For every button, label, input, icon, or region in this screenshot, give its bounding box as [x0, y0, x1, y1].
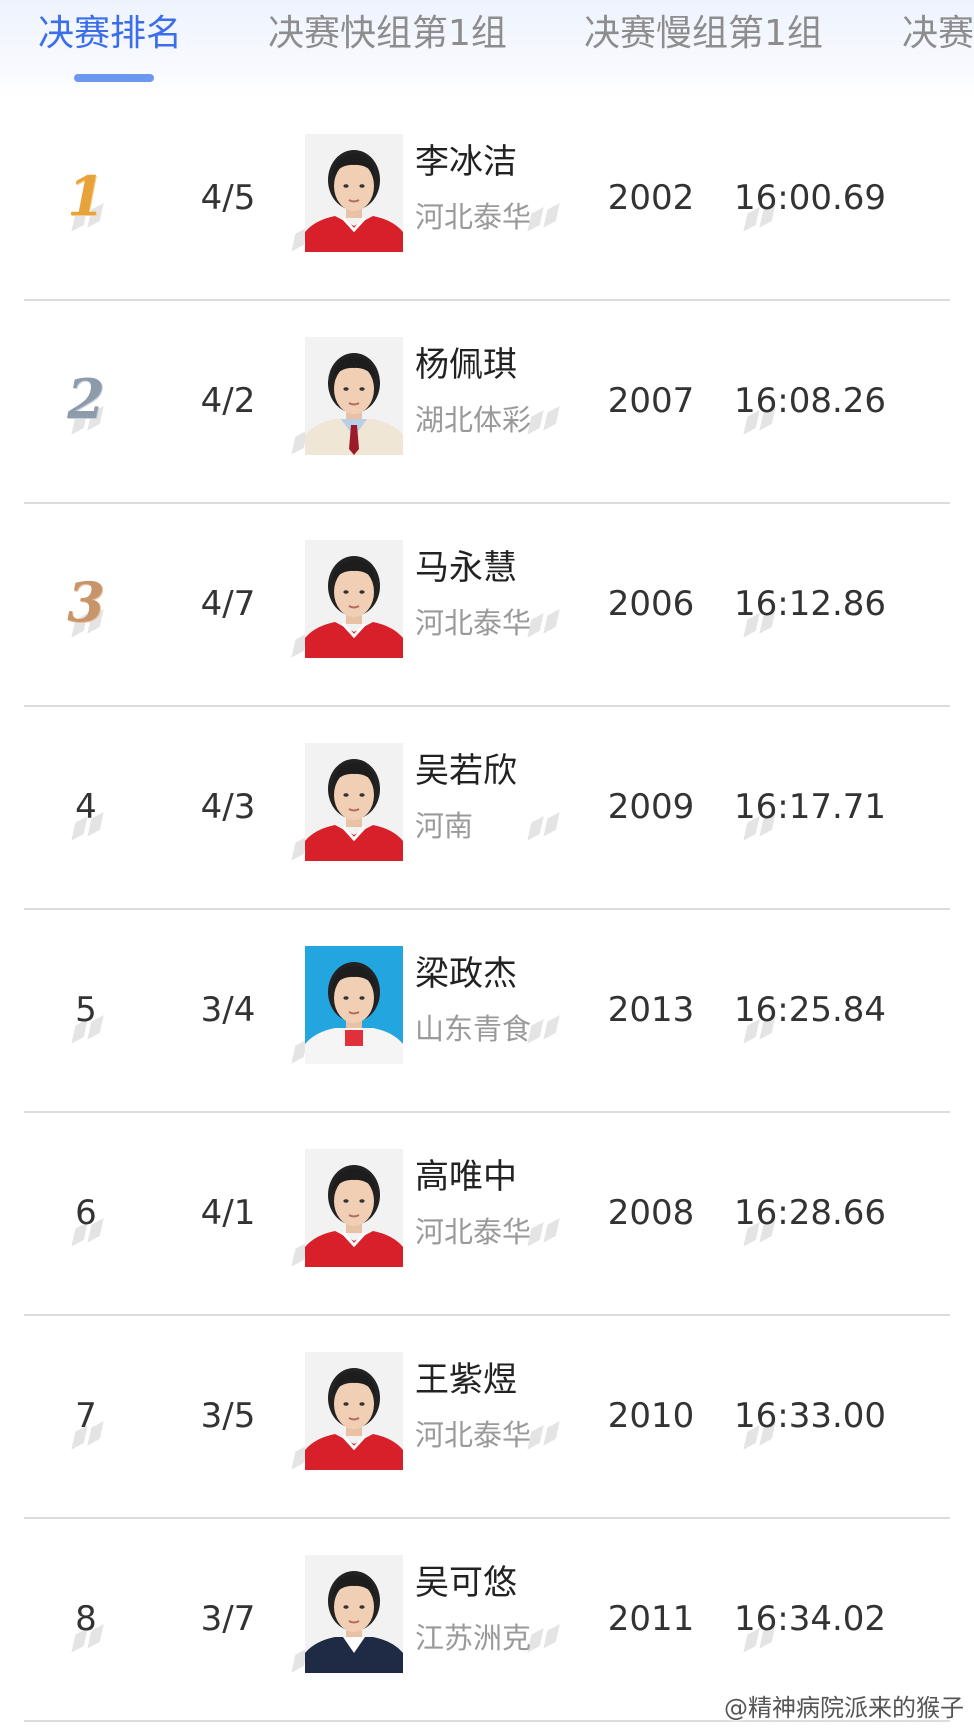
finish-time: 16:25.84	[733, 990, 887, 1030]
birth-year: 2002	[607, 178, 695, 218]
heat-lane: 3/4	[200, 990, 256, 1030]
heat-lane: 3/7	[200, 1599, 256, 1639]
athlete-photo[interactable]	[305, 1352, 403, 1470]
athlete-photo[interactable]	[305, 1555, 403, 1673]
heat-lane: 4/3	[200, 787, 256, 827]
rank-number: 8	[75, 1599, 97, 1639]
athlete-photo[interactable]	[305, 743, 403, 861]
athlete-name[interactable]: 吴可悠	[415, 1559, 517, 1607]
finish-time: 16:34.02	[733, 1599, 887, 1639]
active-tab-indicator	[74, 74, 154, 82]
finish-time: 16:33.00	[733, 1396, 887, 1436]
heat-lane: 4/5	[200, 178, 256, 218]
rank-medal-icon: 2	[67, 367, 105, 431]
finish-time: 16:08.26	[733, 381, 887, 421]
ranking-row[interactable]: 5 3/4 梁政杰山东青食 2013 16:25.84	[0, 910, 974, 1113]
birth-year: 2010	[607, 1396, 695, 1436]
heat-lane: 4/7	[200, 584, 256, 624]
ranking-row[interactable]: 2 4/2 杨佩琪湖北体彩 2007 16:08.26	[0, 301, 974, 504]
heat-lane: 4/2	[200, 381, 256, 421]
athlete-team: 河北泰华	[415, 606, 532, 640]
rank-number: 4	[75, 787, 97, 827]
athlete-name[interactable]: 王紫煜	[415, 1356, 517, 1404]
tab-final-more[interactable]: 决赛	[902, 10, 974, 58]
rank-number: 5	[75, 990, 97, 1030]
heat-lane: 3/5	[200, 1396, 256, 1436]
ranking-row[interactable]: 1 4/5 李冰洁河北泰华 2002 16:00.69	[0, 98, 974, 301]
finish-time: 16:28.66	[733, 1193, 887, 1233]
athlete-name[interactable]: 杨佩琪	[415, 341, 517, 389]
athlete-name[interactable]: 高唯中	[415, 1153, 517, 1201]
ranking-row[interactable]: 7 3/5 王紫煜河北泰华 2010 16:33.00	[0, 1316, 974, 1519]
athlete-team: 山东青食	[415, 1012, 532, 1046]
finish-time: 16:00.69	[733, 178, 887, 218]
athlete-photo[interactable]	[305, 946, 403, 1064]
rank-number: 7	[75, 1396, 97, 1436]
athlete-name[interactable]: 梁政杰	[415, 950, 517, 998]
athlete-photo[interactable]	[305, 134, 403, 252]
finish-time: 16:12.86	[733, 584, 887, 624]
birth-year: 2008	[607, 1193, 695, 1233]
athlete-photo[interactable]	[305, 540, 403, 658]
ranking-row[interactable]: 4 4/3 吴若欣河南 2009 16:17.71	[0, 707, 974, 910]
tab-final-ranking[interactable]: 决赛排名	[38, 10, 182, 58]
birth-year: 2013	[607, 990, 695, 1030]
tab-bar: 决赛排名 决赛快组第1组 决赛慢组第1组 决赛	[0, 0, 974, 98]
birth-year: 2009	[607, 787, 695, 827]
source-credit: @精神病院派来的猴子	[724, 1694, 964, 1722]
heat-lane: 4/1	[200, 1193, 256, 1233]
athlete-name[interactable]: 李冰洁	[415, 138, 517, 186]
ranking-row[interactable]: 6 4/1 高唯中河北泰华 2008 16:28.66	[0, 1113, 974, 1316]
rank-medal-icon: 1	[67, 164, 105, 228]
athlete-team: 湖北体彩	[415, 403, 532, 437]
birth-year: 2006	[607, 584, 695, 624]
ranking-row[interactable]: 3 4/7 马永慧河北泰华 2006 16:12.86	[0, 504, 974, 707]
athlete-photo[interactable]	[305, 337, 403, 455]
rank-medal-icon: 3	[67, 570, 105, 634]
birth-year: 2007	[607, 381, 695, 421]
athlete-name[interactable]: 吴若欣	[415, 747, 517, 795]
athlete-team: 河北泰华	[415, 1418, 532, 1452]
tab-final-slow-heat-1[interactable]: 决赛慢组第1组	[584, 10, 823, 58]
finish-time: 16:17.71	[733, 787, 887, 827]
rank-number: 6	[75, 1193, 97, 1233]
tab-final-fast-heat-1[interactable]: 决赛快组第1组	[268, 10, 507, 58]
athlete-photo[interactable]	[305, 1149, 403, 1267]
birth-year: 2011	[607, 1599, 695, 1639]
athlete-team: 河北泰华	[415, 1215, 532, 1249]
athlete-name[interactable]: 马永慧	[415, 544, 517, 592]
athlete-team: 河北泰华	[415, 200, 532, 234]
athlete-team: 江苏洲克	[415, 1621, 532, 1655]
athlete-team: 河南	[415, 809, 474, 843]
